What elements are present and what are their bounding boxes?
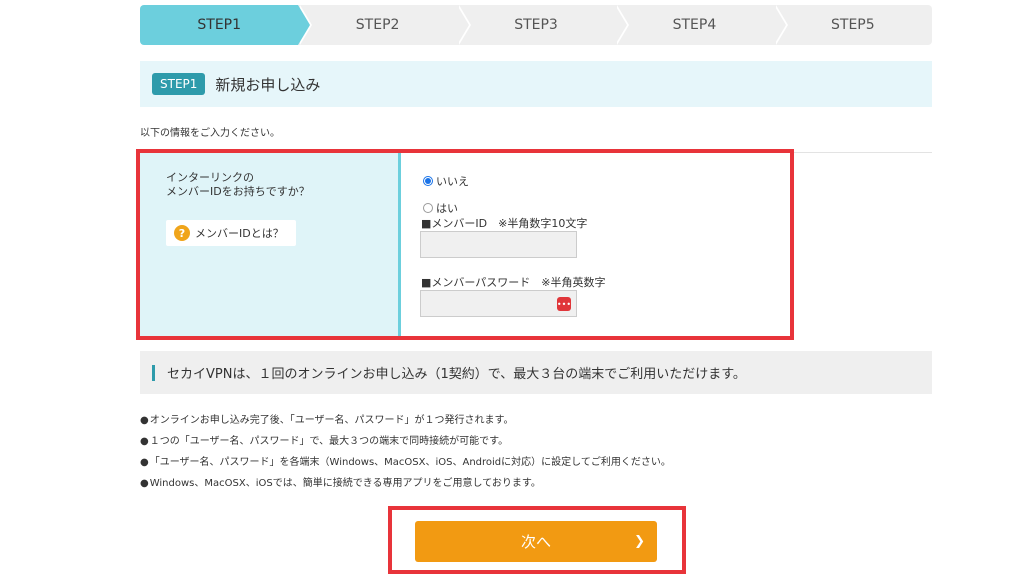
step-1: STEP1 (140, 5, 313, 45)
radio-no-indicator[interactable] (423, 176, 433, 186)
section-step-badge: STEP1 (152, 73, 206, 95)
notes-list: オンラインお申し込み完了後、「ユーザー名、パスワード」が１つ発行されます。 １つ… (140, 410, 671, 494)
note-item: １つの「ユーザー名、パスワード」で、最大３つの端末で同時接続が可能です。 (140, 431, 671, 452)
member-id-label: ■メンバーID ※半角数字10文字 (421, 217, 588, 230)
step-2-label: STEP2 (355, 17, 400, 33)
password-manager-icon[interactable]: ••• (557, 297, 571, 311)
question-panel: インターリンクの メンバーIDをお持ちですか？ ? メンバーIDとは？ (140, 153, 401, 336)
question-mark-icon: ? (174, 225, 190, 241)
step-4-label: STEP4 (672, 17, 717, 33)
step-5: STEP5 (773, 5, 933, 45)
info-banner-text: セカイVPNは、１回のオンラインお申し込み（1契約）で、最大３台の端末でご利用い… (167, 367, 746, 382)
note-item: オンラインお申し込み完了後、「ユーザー名、パスワード」が１つ発行されます。 (140, 410, 671, 431)
step-5-label: STEP5 (831, 17, 875, 33)
info-accent-bar (152, 364, 155, 381)
question-text: インターリンクの メンバーIDをお持ちですか？ (166, 171, 366, 199)
radio-yes[interactable]: はい (423, 200, 458, 216)
member-id-input[interactable] (420, 231, 577, 258)
chevron-right-icon: ❯ (634, 534, 645, 549)
info-banner: セカイVPNは、１回のオンラインお申し込み（1契約）で、最大３台の端末でご利用い… (140, 351, 932, 394)
step-3-label: STEP3 (514, 17, 558, 33)
note-item: 「ユーザー名、パスワード」を各端末（Windows、MacOSX、iOS、And… (140, 452, 671, 473)
step-2: STEP2 (298, 5, 471, 45)
intro-text: 以下の情報をご入力ください。 (140, 128, 280, 139)
member-id-form: インターリンクの メンバーIDをお持ちですか？ ? メンバーIDとは？ いいえ … (136, 149, 794, 340)
radio-no-label: いいえ (436, 175, 469, 188)
next-button[interactable]: 次へ ❯ (415, 521, 657, 562)
answer-panel: いいえ はい ■メンバーID ※半角数字10文字 ■メンバーパスワード ※半角英… (401, 153, 790, 336)
member-id-help-link[interactable]: ? メンバーIDとは？ (166, 220, 296, 246)
note-item: Windows、MacOSX、iOSでは、簡単に接続できる専用アプリをご用意して… (140, 473, 671, 494)
member-password-label: ■メンバーパスワード ※半角英数字 (421, 276, 606, 289)
section-title: 新規お申し込み (215, 75, 321, 94)
member-password-input[interactable] (420, 290, 577, 317)
question-line-2: メンバーIDをお持ちですか？ (166, 185, 310, 198)
question-line-1: インターリンクの (166, 171, 254, 184)
step-4: STEP4 (615, 5, 788, 45)
help-label: メンバーIDとは？ (195, 227, 284, 240)
step-1-label: STEP1 (197, 17, 242, 33)
next-button-label: 次へ (520, 533, 551, 551)
step-progress-bar: STEP1 STEP2 STEP3 STEP4 STEP5 (140, 5, 933, 45)
radio-yes-indicator[interactable] (423, 203, 433, 213)
section-header: STEP1 新規お申し込み (140, 61, 932, 107)
radio-yes-label: はい (436, 202, 458, 215)
radio-no[interactable]: いいえ (423, 173, 469, 189)
step-3: STEP3 (456, 5, 630, 45)
